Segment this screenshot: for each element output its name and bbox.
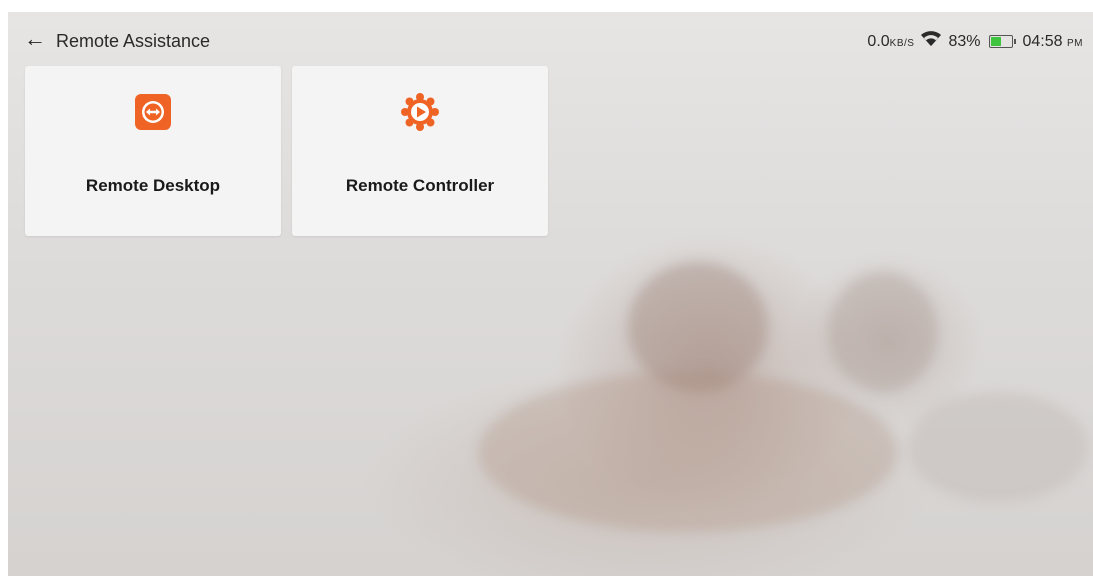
battery-percent: 83%	[948, 32, 981, 50]
network-speed: 0.0KB/S	[867, 32, 915, 50]
battery-icon	[988, 35, 1016, 48]
back-arrow-icon[interactable]: ←	[24, 28, 46, 50]
app-screen: ← Remote Assistance 0.0KB/S 83% 04:58 PM	[8, 12, 1093, 576]
page-title: Remote Assistance	[56, 31, 211, 51]
remote-desktop-tile[interactable]: Remote Desktop	[25, 66, 281, 236]
status-bar: 0.0KB/S 83% 04:58 PM	[867, 31, 1083, 52]
clock: 04:58 PM	[1022, 32, 1083, 50]
remote-desktop-label: Remote Desktop	[85, 176, 221, 195]
remote-controller-icon	[400, 92, 440, 132]
teamviewer-icon	[133, 92, 173, 132]
wifi-icon	[920, 31, 942, 52]
remote-controller-label: Remote Controller	[345, 176, 495, 195]
remote-controller-tile[interactable]: Remote Controller	[292, 66, 548, 236]
top-bar: ← Remote Assistance 0.0KB/S 83% 04:58 PM	[8, 12, 1093, 64]
